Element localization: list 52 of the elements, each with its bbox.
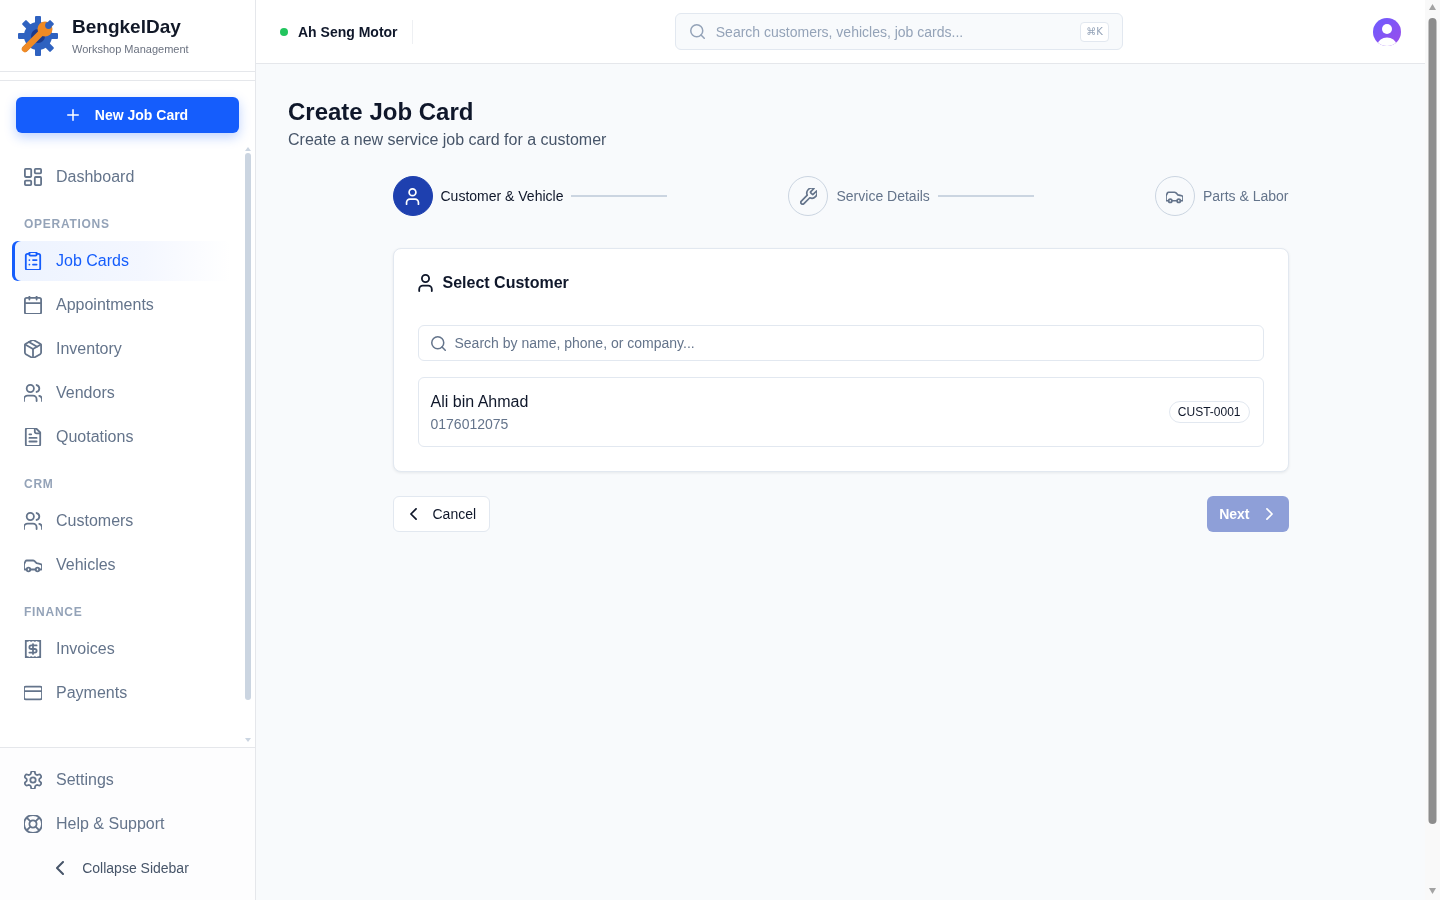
receipt-icon [24, 640, 42, 658]
section-label: CRM [24, 476, 55, 492]
section-label: FINANCE [24, 604, 84, 620]
customer-name: Ali bin Ahmad [430, 392, 529, 412]
customer-row[interactable]: Ali bin Ahmad 0176012075 CUST-0001 [417, 377, 1264, 447]
calendar-icon [24, 296, 42, 314]
workshop-name[interactable]: Ah Seng Motor [298, 23, 398, 40]
sidebar-item[interactable]: Invoices [12, 629, 231, 669]
step-label: Parts & Labor [1202, 188, 1289, 204]
grid-icon [24, 168, 42, 186]
brand-tagline: Workshop Management [72, 42, 189, 56]
collapse-sidebar-button[interactable]: Collapse Sidebar [12, 848, 243, 888]
lifebuoy-icon [24, 815, 42, 833]
clipboard-icon [24, 252, 42, 270]
shortcut-key: ⌘K [1080, 22, 1109, 42]
settings-icon [24, 771, 42, 789]
search-icon [430, 335, 446, 351]
gear-wrench-logo-icon [16, 13, 60, 58]
section-label: OPERATIONS [24, 216, 111, 232]
document-icon [24, 428, 42, 446]
chevron-left-icon [409, 508, 417, 520]
customer-search-field[interactable]: Search by name, phone, or company... [417, 325, 1264, 361]
sidebar-item[interactable]: Dashboard [12, 157, 231, 197]
customer-phone: 0176012075 [430, 415, 510, 434]
customer-code-badge: CUST-0001 [1168, 401, 1250, 423]
panel-title: Select Customer [442, 274, 569, 292]
plus-icon [66, 109, 79, 121]
sidebar-item[interactable]: Payments [12, 673, 231, 713]
new-job-card-button[interactable]: New Job Card [16, 97, 239, 133]
sidebar-item[interactable]: Vehicles [12, 545, 231, 585]
page-subtitle: Create a new service job card for a customer [288, 130, 608, 150]
credit-card-icon [24, 684, 42, 702]
cancel-button[interactable]: Cancel [392, 496, 491, 532]
sidebar-item[interactable]: Vendors [12, 373, 231, 413]
user-avatar[interactable] [1373, 17, 1401, 46]
chevron-right-icon [1265, 508, 1273, 520]
sidebar-item[interactable]: Settings [12, 760, 232, 800]
sidebar-item[interactable]: Customers [12, 501, 231, 541]
person-icon [417, 274, 433, 292]
chevron-left-icon [56, 861, 65, 875]
box-icon [24, 340, 42, 358]
search-icon [689, 24, 705, 39]
sidebar-item[interactable]: Inventory [12, 329, 231, 369]
step-label: Service Details [836, 188, 930, 204]
people-icon [24, 512, 42, 530]
page-title: Create Job Card [288, 97, 475, 127]
people-icon [24, 384, 42, 402]
sidebar-item[interactable]: Help & Support [12, 804, 232, 844]
step-label: Customer & Vehicle [440, 188, 564, 204]
sidebar-item[interactable]: Quotations [12, 417, 231, 457]
brand-name: BengkelDay [72, 15, 182, 39]
sidebar-item[interactable]: Appointments [12, 285, 231, 325]
